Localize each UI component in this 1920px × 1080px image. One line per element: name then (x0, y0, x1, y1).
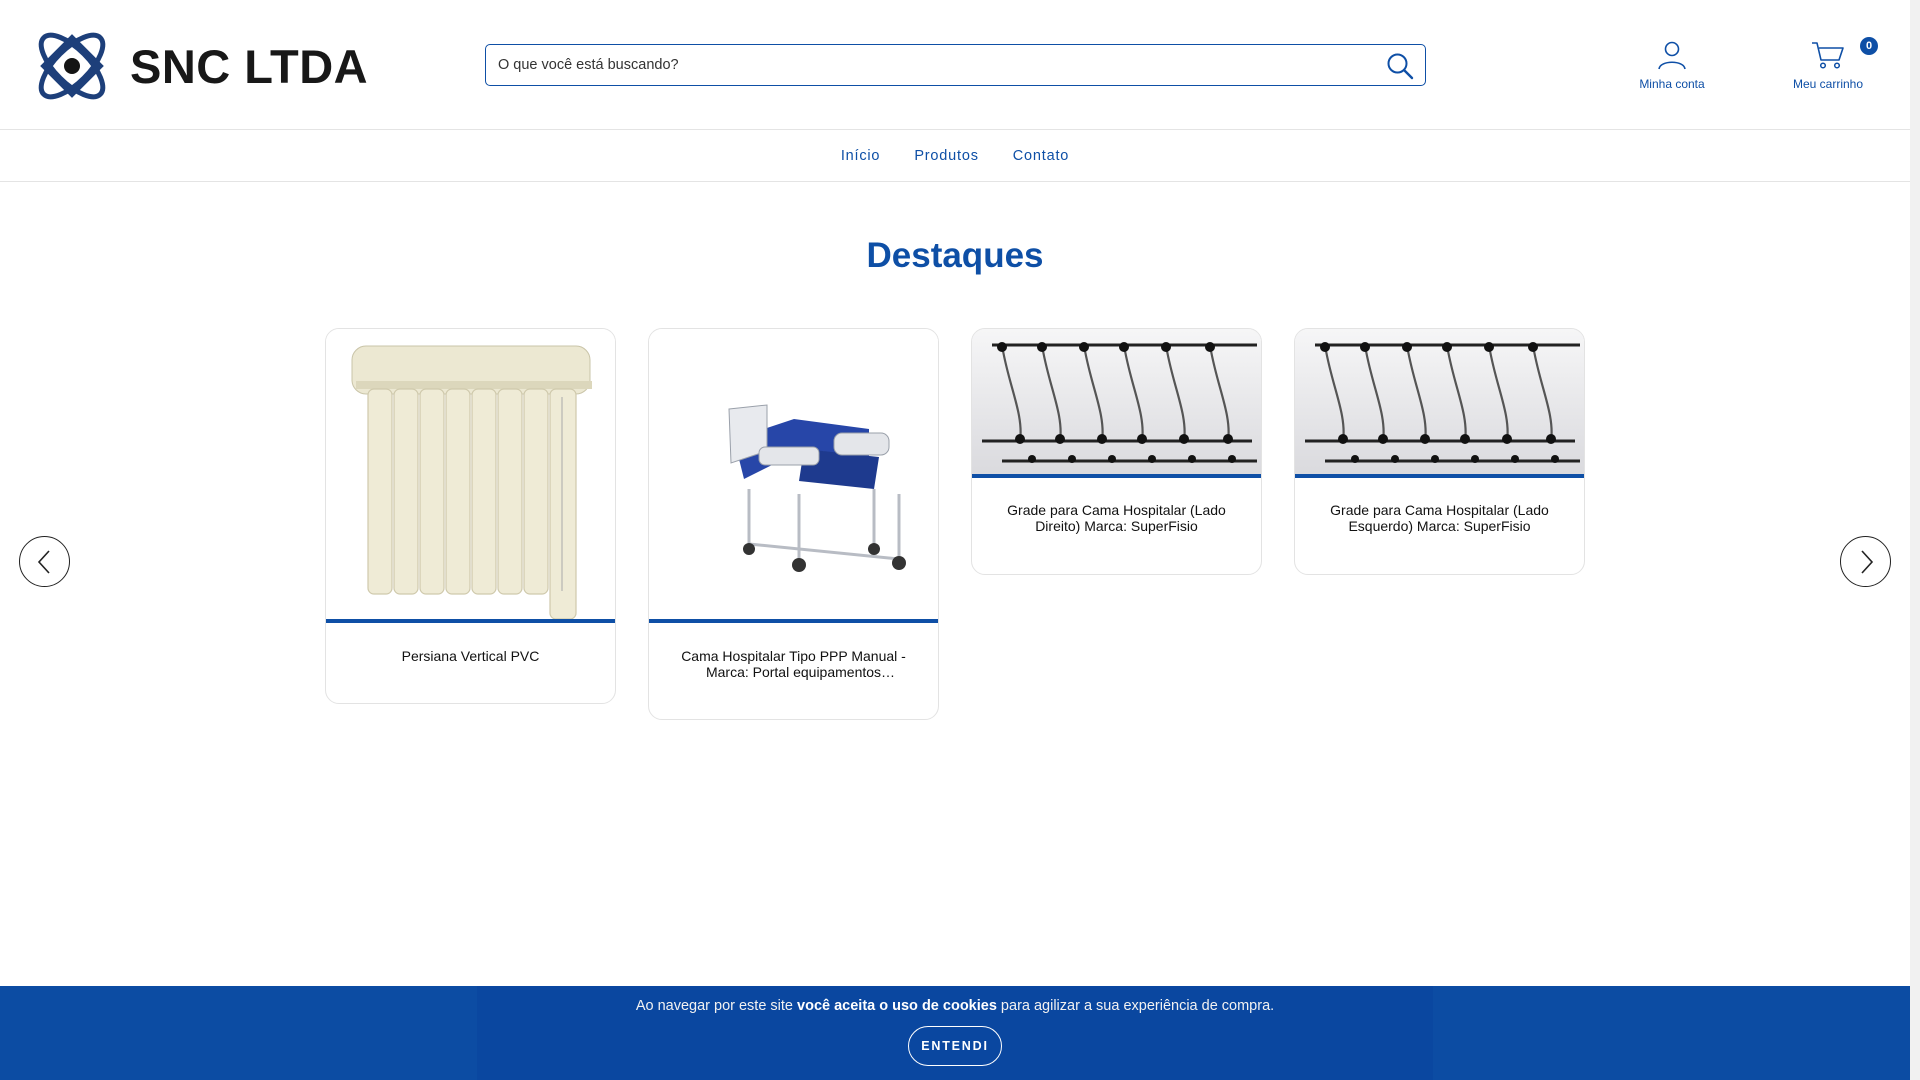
logo[interactable]: SNC LTDA (28, 22, 368, 110)
search-bar (485, 44, 1426, 86)
product-card[interactable]: Grade para Cama Hospitalar (Lado Direito… (971, 328, 1262, 575)
product-image (1295, 329, 1584, 478)
page-scrollbar[interactable] (1910, 0, 1920, 1080)
product-card[interactable]: Grade para Cama Hospitalar (Lado Esquerd… (1294, 328, 1585, 575)
section-title: Destaques (866, 236, 1044, 275)
cookie-accept-button[interactable]: ENTENDI (908, 1026, 1002, 1066)
nav-item-produtos[interactable]: Produtos (897, 148, 995, 164)
account-label: Minha conta (1639, 77, 1705, 91)
search-icon (1387, 53, 1414, 80)
search-button[interactable] (1385, 51, 1415, 81)
account-link[interactable]: Minha conta (1622, 40, 1722, 91)
atom-logo-icon (38, 32, 106, 100)
logo-text: SNC LTDA (130, 39, 369, 93)
product-name: Grade para Cama Hospitalar (Lado Esquerd… (1330, 502, 1549, 534)
cart-link[interactable]: 0 Meu carrinho (1778, 37, 1878, 91)
carousel-prev-button[interactable] (19, 536, 70, 587)
chevron-left-icon (37, 549, 50, 574)
product-image (326, 329, 615, 623)
cart-icon (1812, 42, 1844, 69)
product-image (972, 329, 1261, 478)
product-name: Persiana Vertical PVC (401, 648, 540, 664)
chevron-right-icon (1860, 549, 1873, 574)
site-header: SNC LTDA Minha conta 0 Meu carrinho (0, 0, 1910, 130)
cart-count-badge: 0 (1860, 37, 1878, 55)
carousel-next-button[interactable] (1840, 536, 1891, 587)
cart-label: Meu carrinho (1792, 77, 1864, 91)
main-nav: Início Produtos Contato (0, 131, 1910, 182)
search-input[interactable] (486, 45, 1425, 85)
nav-item-inicio[interactable]: Início (824, 148, 897, 164)
product-image (649, 329, 938, 623)
user-icon (1658, 41, 1686, 70)
cookie-message: Ao navegar por este site você aceita o u… (635, 998, 1275, 1014)
product-card[interactable]: Persiana Vertical PVC (325, 328, 616, 704)
nav-item-contato[interactable]: Contato (996, 148, 1086, 164)
product-name: Grade para Cama Hospitalar (Lado Direito… (1007, 502, 1226, 534)
product-name: Cama Hospitalar Tipo PPP Manual - Marca:… (681, 648, 906, 680)
product-card[interactable]: Cama Hospitalar Tipo PPP Manual - Marca:… (648, 328, 939, 720)
cookie-banner: Ao navegar por este site você aceita o u… (477, 986, 1433, 1080)
